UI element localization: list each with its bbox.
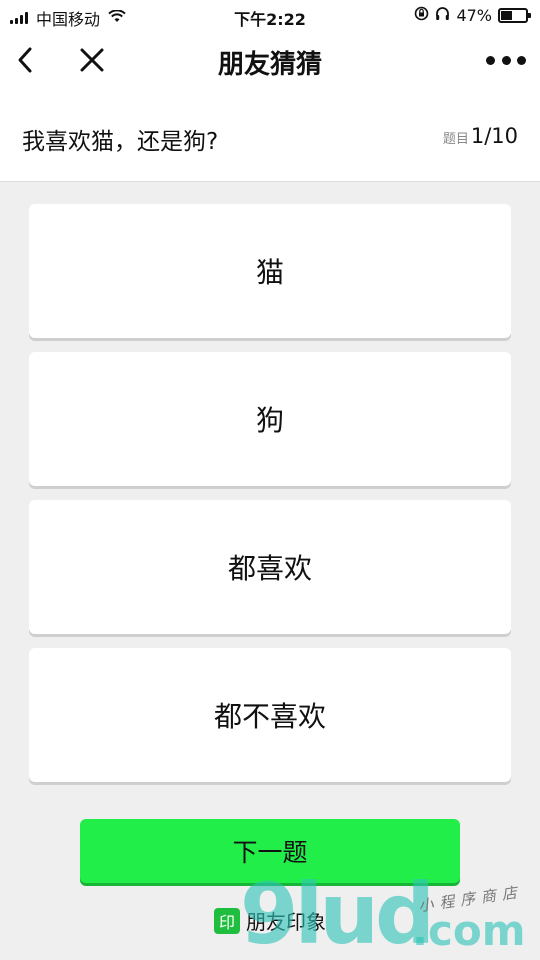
close-button[interactable] [72, 40, 112, 80]
back-button[interactable] [8, 40, 48, 80]
more-dot-icon [486, 55, 495, 65]
nav-bar: 朋友猜猜 [0, 30, 540, 90]
question-header: 我喜欢猫，还是狗? 题目 1/10 [0, 90, 540, 182]
brand-logo-icon: 印 [214, 907, 240, 934]
answer-option-neither[interactable]: 都不喜欢 [29, 648, 511, 782]
brand-name: 朋友印象 [246, 910, 326, 934]
answer-option-label: 都喜欢 [227, 552, 312, 585]
status-right: 47% [414, 6, 531, 25]
watermark-tagline: 小程序商店 [417, 882, 524, 916]
more-dot-icon [501, 55, 511, 65]
rotation-lock-icon [414, 6, 429, 25]
headphones-icon [435, 6, 450, 25]
question-text: 我喜欢猫，还是狗? [22, 129, 219, 155]
progress-value: 1/10 [470, 124, 518, 148]
battery-icon [498, 8, 531, 23]
watermark-domain: .com [412, 906, 526, 955]
progress-label: 题目 [442, 132, 469, 147]
brand-footer: 印 朋友印象 [214, 906, 326, 935]
answer-option-cat[interactable]: 猫 [29, 204, 511, 338]
question-progress: 题目 1/10 [443, 124, 518, 148]
more-menu-button[interactable] [486, 50, 526, 70]
close-icon [80, 48, 104, 72]
answer-option-label: 都不喜欢 [213, 700, 326, 733]
next-question-button[interactable]: 下一题 [80, 819, 460, 883]
answer-option-dog[interactable]: 狗 [29, 352, 511, 486]
next-question-label: 下一题 [232, 838, 308, 867]
answer-option-both[interactable]: 都喜欢 [29, 500, 511, 634]
battery-percent: 47% [456, 6, 492, 25]
status-bar: 中国移动 下午2:22 47% [0, 0, 540, 30]
chevron-left-icon [18, 47, 32, 73]
more-dot-icon [517, 55, 526, 65]
answer-option-label: 猫 [255, 256, 284, 289]
answer-option-label: 狗 [255, 404, 284, 437]
